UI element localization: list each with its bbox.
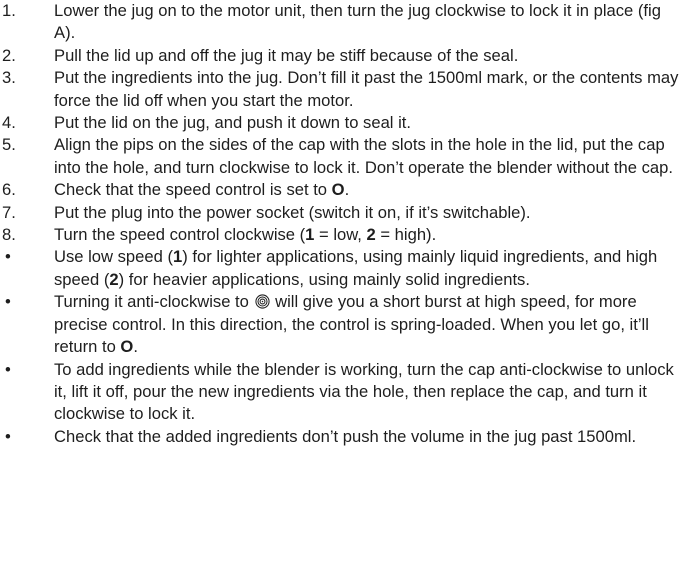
bullet-item: • Use low speed (1) for lighter applicat… [0, 246, 691, 291]
step-number: 7. [2, 202, 16, 222]
step-text: Put the plug into the power socket (swit… [54, 202, 531, 222]
bullet-marker: • [5, 426, 11, 446]
bullet-item: • Turning it anti-clockwise to will give… [0, 291, 691, 358]
step-number: 6. [2, 180, 16, 200]
step-number: 5. [2, 135, 16, 155]
step-number: 4. [2, 113, 16, 133]
text-segment: . [344, 180, 350, 200]
step-item: 4. Put the lid on the jug, and push it d… [0, 112, 691, 134]
bullet-text: Use low speed (1) for lighter applicatio… [54, 247, 657, 288]
text-segment: Check that the speed control is set to [54, 180, 332, 200]
bullet-marker: • [5, 292, 11, 312]
step-text: Put the lid on the jug, and push it down… [54, 113, 412, 133]
bullet-item: • To add ingredients while the blender i… [0, 359, 691, 426]
text-segment: Turning it anti-clockwise to [54, 292, 254, 312]
instruction-list: 1. Lower the jug on to the motor unit, t… [0, 0, 691, 448]
text-segment: Turn the speed control clockwise ( [54, 225, 306, 245]
step-text: Align the pips on the sides of the cap w… [54, 135, 673, 177]
text-segment: Use low speed ( [54, 247, 173, 267]
bullet-text: Turning it anti-clockwise to will give y… [54, 292, 649, 356]
step-item: 3. Put the ingredients into the jug. Don… [0, 67, 691, 112]
step-item: 1. Lower the jug on to the motor unit, t… [0, 0, 691, 45]
text-segment: . [133, 337, 138, 357]
text-segment: = high). [375, 225, 437, 245]
step-number: 8. [2, 225, 16, 245]
speed-symbol: 2 [366, 225, 376, 245]
step-item: 5. Align the pips on the sides of the ca… [0, 134, 691, 179]
text-segment: = low, [314, 225, 367, 245]
off-symbol: O [120, 337, 134, 357]
step-text: Put the ingredients into the jug. Don’t … [54, 68, 679, 110]
instruction-page: 1. Lower the jug on to the motor unit, t… [0, 0, 691, 563]
bullet-marker: • [5, 359, 11, 379]
speed-symbol: 2 [109, 269, 119, 289]
step-item: 6. Check that the speed control is set t… [0, 179, 691, 201]
step-item: 8. Turn the speed control clockwise (1 =… [0, 224, 691, 246]
step-item: 7. Put the plug into the power socket (s… [0, 202, 691, 224]
step-number: 3. [2, 68, 16, 88]
step-item: 2. Pull the lid up and off the jug it ma… [0, 45, 691, 67]
step-number: 1. [2, 1, 16, 20]
bullet-text: To add ingredients while the blender is … [54, 359, 674, 424]
step-text: Pull the lid up and off the jug it may b… [54, 45, 519, 65]
speed-symbol: 1 [172, 247, 183, 267]
step-text: Lower the jug on to the motor unit, then… [54, 1, 661, 43]
bullet-text: Check that the added ingredients don’t p… [54, 426, 637, 446]
off-symbol: O [331, 180, 345, 200]
step-text: Check that the speed control is set to O… [54, 180, 349, 199]
text-segment: ) for heavier applications, using mainly… [118, 269, 530, 289]
step-number: 2. [2, 45, 16, 65]
bullet-item: • Check that the added ingredients don’t… [0, 426, 691, 448]
bullet-marker: • [5, 247, 11, 267]
step-text: Turn the speed control clockwise (1 = lo… [54, 225, 436, 244]
pulse-swirl-icon [254, 294, 270, 309]
